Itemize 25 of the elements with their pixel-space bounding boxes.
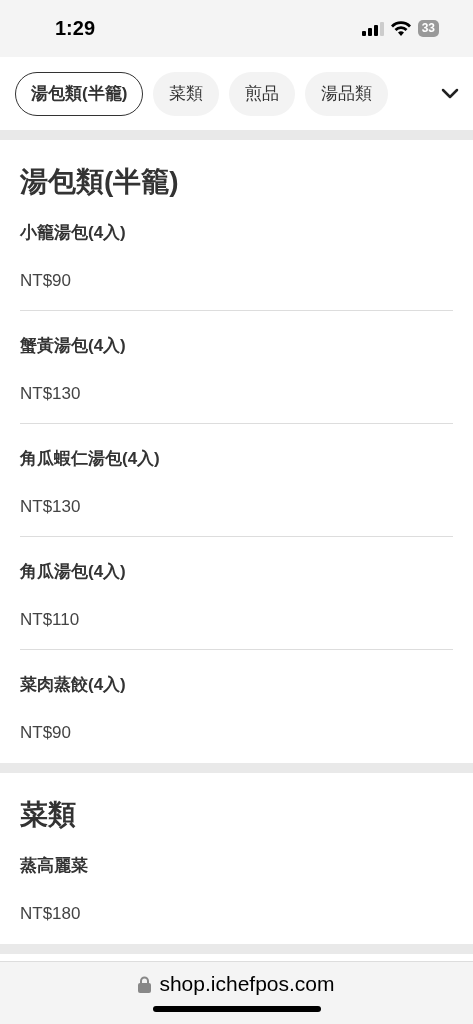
item-price: NT$130 [20, 496, 81, 518]
category-tab[interactable]: 湯品類 [305, 71, 389, 116]
signal-icon [361, 21, 384, 36]
item-name[interactable]: 角瓜蝦仁湯包(4入) [20, 447, 160, 471]
chevron-down-icon[interactable] [441, 88, 459, 99]
item-name[interactable]: 角瓜湯包(4入) [20, 560, 126, 584]
clock-time: 1:29 [55, 17, 96, 40]
item-price: NT$130 [20, 383, 81, 405]
item-price: NT$110 [20, 609, 80, 631]
section-title: 菜類 [20, 799, 77, 831]
item-price: NT$90 [20, 722, 72, 744]
url-text[interactable]: shop.ichefpos.com [159, 972, 335, 996]
battery-level: 33 [417, 20, 439, 37]
category-tab[interactable]: 菜類 [153, 71, 220, 116]
item-name[interactable]: 蒸高麗菜 [20, 854, 88, 878]
category-tab[interactable]: 煎品 [229, 71, 296, 116]
category-tab[interactable]: 湯包類(半籠) [15, 71, 144, 116]
item-name[interactable]: 小籠湯包(4入) [20, 221, 126, 245]
item-price: NT$180 [20, 903, 81, 925]
lock-icon [138, 975, 152, 993]
item-name[interactable]: 菜肉蒸餃(4入) [20, 673, 126, 697]
item-price: NT$90 [20, 270, 72, 292]
wifi-icon [390, 21, 411, 36]
item-name[interactable]: 蟹黃湯包(4入) [20, 334, 126, 358]
section-title: 湯包類(半籠) [20, 166, 180, 198]
